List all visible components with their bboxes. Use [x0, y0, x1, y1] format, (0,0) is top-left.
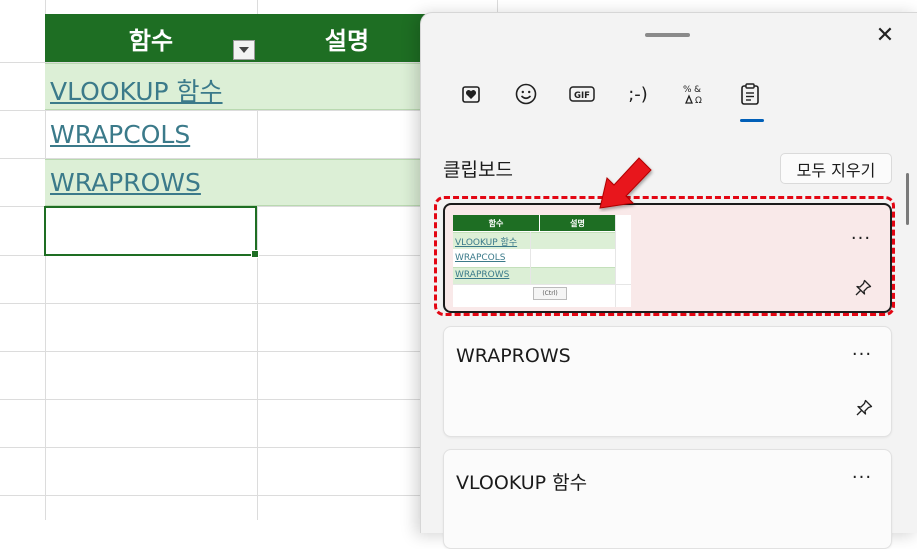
table-header-description[interactable]: 설명: [257, 14, 437, 62]
chevron-down-icon: [239, 47, 249, 53]
header-label: 설명: [324, 26, 370, 55]
clipboard-item-text[interactable]: WRAPROWS ···: [443, 326, 892, 437]
kaomoji-icon: ;-): [628, 83, 648, 105]
cell-link-vlookup[interactable]: VLOOKUP 함수: [50, 72, 223, 108]
filter-dropdown-button[interactable]: [233, 40, 255, 60]
clear-all-button[interactable]: 모두 지우기: [780, 153, 892, 184]
annotation-highlight: [434, 196, 895, 316]
cell-link-wraprows[interactable]: WRAPROWS: [50, 168, 201, 197]
emoji-icon: [515, 83, 537, 105]
gif-icon-label: GIF: [574, 91, 590, 101]
pin-icon[interactable]: [855, 399, 873, 417]
gif-icon: GIF: [569, 86, 595, 102]
tab-symbols[interactable]: % & Ω: [674, 79, 714, 109]
header-label: 함수: [128, 26, 174, 55]
svg-text:&: &: [694, 85, 701, 95]
more-options-icon[interactable]: ···: [851, 469, 873, 487]
tab-emoji[interactable]: [506, 79, 546, 109]
annotation-arrow-icon: [599, 157, 652, 209]
svg-text:Ω: Ω: [695, 96, 702, 106]
panel-tabs: GIF ;-) % & Ω: [451, 79, 771, 119]
symbols-icon: % & Ω: [683, 85, 702, 106]
cell-link-wrapcols[interactable]: WRAPCOLS: [50, 120, 190, 149]
scrollbar[interactable]: [906, 173, 909, 225]
tab-favorites[interactable]: [451, 79, 491, 109]
close-icon[interactable]: ✕: [873, 23, 897, 48]
clipboard-icon: [741, 83, 759, 105]
clipboard-item-label: VLOOKUP 함수: [456, 472, 588, 494]
clipboard-item-text[interactable]: VLOOKUP 함수 ···: [443, 449, 892, 549]
svg-text:%: %: [683, 85, 692, 95]
more-options-icon[interactable]: ···: [851, 346, 873, 364]
active-tab-indicator: [740, 119, 764, 122]
section-title: 클립보드: [443, 159, 513, 181]
tab-kaomoji[interactable]: ;-): [618, 79, 658, 109]
selected-cell[interactable]: [44, 206, 259, 258]
heart-emoji-icon: [462, 86, 480, 103]
tab-clipboard[interactable]: [730, 79, 770, 109]
table-header-function[interactable]: 함수: [45, 14, 257, 62]
drag-handle[interactable]: [645, 33, 690, 37]
tab-gif[interactable]: GIF: [562, 79, 602, 109]
clipboard-item-label: WRAPROWS: [456, 345, 571, 367]
fill-handle[interactable]: [251, 250, 259, 258]
